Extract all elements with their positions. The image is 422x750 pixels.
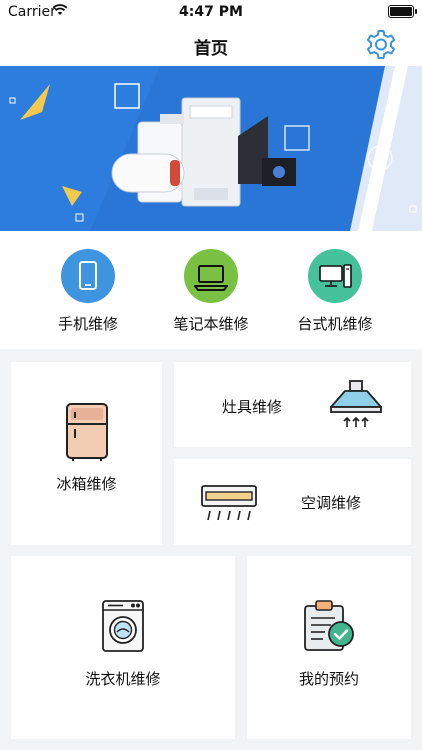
battery-icon (388, 5, 417, 18)
air-conditioner-icon (201, 485, 257, 521)
stove-repair-label: 灶具维修 (222, 398, 283, 416)
category-laptop-repair[interactable]: 笔记本维修 (141, 249, 281, 349)
stove-repair-card[interactable]: 灶具维修 (174, 362, 411, 447)
fridge-repair-card[interactable]: 冰箱维修 (11, 362, 162, 545)
ac-repair-card[interactable]: 空调维修 (174, 459, 411, 545)
fridge-icon (66, 403, 108, 461)
fridge-repair-label: 冰箱维修 (56, 475, 117, 493)
category-label: 手机维修 (57, 315, 118, 333)
ac-repair-label: 空调维修 (301, 494, 362, 512)
range-hood-icon (330, 380, 382, 427)
washer-repair-card[interactable]: 洗衣机维修 (11, 556, 235, 739)
washer-repair-label: 洗衣机维修 (85, 670, 161, 688)
gear-icon[interactable] (364, 28, 398, 62)
status-time: 4:47 PM (179, 4, 243, 20)
nav-bar: 首页 (0, 24, 422, 66)
desktop-icon (308, 249, 362, 303)
status-bar: Carrier 4:47 PM (0, 0, 422, 24)
my-appointment-label: 我的预约 (298, 670, 359, 688)
category-label: 台式机维修 (297, 315, 373, 333)
banner-image (0, 66, 422, 231)
washing-machine-icon (102, 600, 144, 652)
phone-icon (61, 249, 115, 303)
laptop-icon (184, 249, 238, 303)
category-phone-repair[interactable]: 手机维修 (18, 249, 158, 349)
category-label: 笔记本维修 (173, 315, 249, 333)
category-desktop-repair[interactable]: 台式机维修 (265, 249, 405, 349)
category-row: 手机维修 笔记本维修 台式机维修 (0, 231, 422, 349)
banner[interactable] (0, 66, 422, 231)
my-appointment-card[interactable]: 我的预约 (247, 556, 411, 739)
clipboard-check-icon (304, 600, 354, 651)
page-title: 首页 (194, 39, 228, 59)
